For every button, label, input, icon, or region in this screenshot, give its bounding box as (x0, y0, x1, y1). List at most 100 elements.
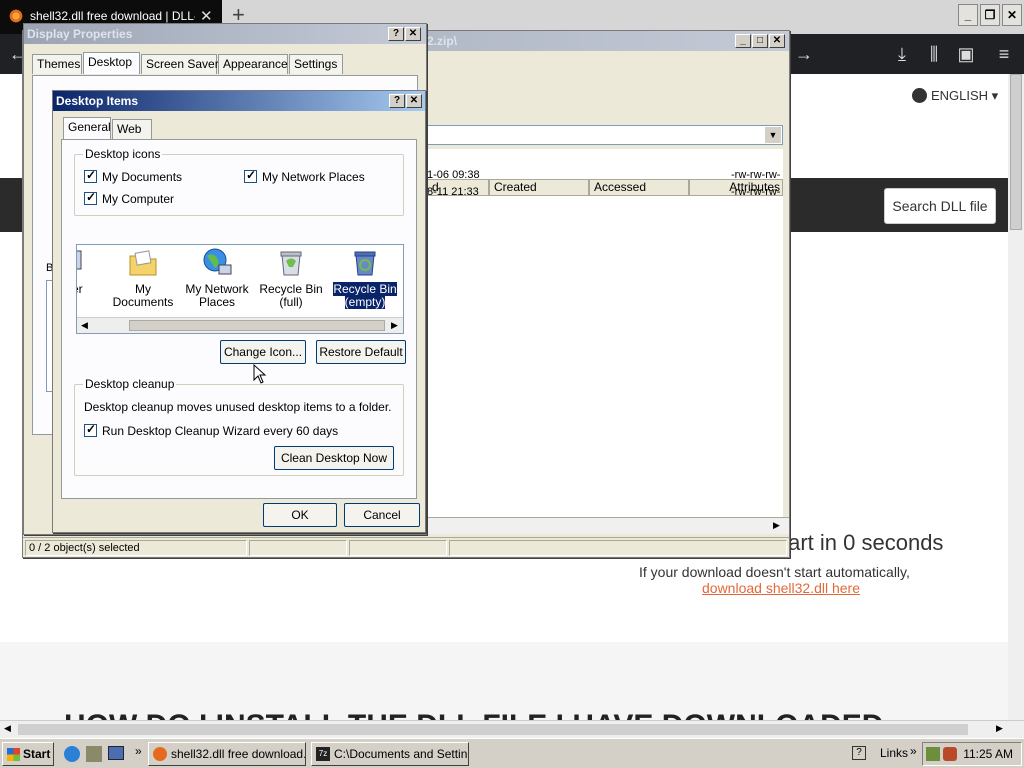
tab-themes[interactable]: Themes (32, 54, 82, 74)
maximize-icon[interactable]: □ (752, 34, 768, 48)
globe-icon (912, 88, 927, 103)
desktop-items-dialog: Desktop Items ? ✕ General Web Desktop ic… (52, 90, 426, 533)
checkbox-label: My Network Places (262, 170, 365, 184)
scroll-right-icon[interactable]: ▶ (391, 320, 398, 331)
scrollbar-thumb[interactable] (129, 320, 385, 331)
download-message: If your download doesn't start automatic… (639, 564, 910, 580)
tab-general[interactable]: General (63, 117, 111, 139)
tab-settings[interactable]: Settings (289, 54, 343, 74)
chevron-down-icon[interactable]: ▼ (765, 127, 781, 143)
windows-flag-icon (7, 748, 20, 761)
scrollbar-thumb[interactable] (18, 724, 968, 735)
minimize-icon[interactable]: _ (958, 4, 978, 26)
scroll-right-icon[interactable]: ▶ (773, 520, 780, 531)
icon-item-recycle-bin-empty[interactable]: Recycle Bin (empty) (327, 247, 403, 309)
firefox-icon (153, 747, 167, 761)
change-icon-button[interactable]: Change Icon... (220, 340, 306, 364)
status-segment (249, 540, 347, 556)
icon-item-my-computer[interactable]: puter (77, 247, 107, 296)
links-more-icon[interactable]: » (910, 744, 917, 758)
show-desktop-icon[interactable] (108, 746, 124, 760)
downloads-icon[interactable]: ⤓ (890, 42, 914, 66)
icon-item-my-network-places[interactable]: My Network Places (179, 247, 255, 309)
tab-desktop[interactable]: Desktop (83, 52, 140, 74)
column-header-accessed[interactable]: Accessed (589, 179, 689, 196)
tab-screen-saver[interactable]: Screen Saver (141, 54, 219, 74)
desktop-items-title: Desktop Items (53, 91, 425, 111)
taskbar-item-7zip[interactable]: 7z C:\Documents and Settin... (311, 742, 469, 766)
help-icon[interactable]: ? (388, 27, 404, 41)
my-computer-checkbox[interactable]: My Computer (84, 190, 175, 206)
page-horizontal-scrollbar[interactable]: ◀ ▶ (0, 720, 1024, 738)
search-dll-button[interactable]: Search DLL file (884, 188, 996, 224)
tray-app-icon[interactable] (926, 747, 940, 761)
checkbox-label: My Documents (102, 170, 183, 184)
internet-explorer-icon[interactable] (64, 746, 80, 762)
scroll-left-icon[interactable]: ◀ (81, 320, 88, 331)
file-list[interactable] (427, 149, 783, 519)
taskbar-item-label: shell32.dll free download... (171, 747, 306, 761)
browser-tab-title: shell32.dll free download | DLL-file (30, 9, 195, 23)
desktop-icons-group: Desktop icons (74, 147, 404, 216)
status-segment (349, 540, 447, 556)
quicklaunch-app-icon[interactable] (86, 746, 102, 762)
cleanup-description: Desktop cleanup moves unused desktop ite… (84, 400, 392, 414)
cleanup-wizard-checkbox[interactable]: Run Desktop Cleanup Wizard every 60 days (84, 422, 339, 438)
checkbox-checked-icon (244, 168, 257, 183)
checkbox-checked-icon (84, 422, 97, 437)
quicklaunch-more-icon[interactable]: » (135, 744, 142, 758)
7zip-icon: 7z (316, 747, 330, 761)
help-icon[interactable]: ? (852, 746, 866, 760)
close-icon[interactable]: ✕ (769, 34, 785, 48)
taskbar-clock[interactable]: 11:25 AM (963, 747, 1013, 761)
help-icon[interactable]: ? (389, 94, 405, 108)
download-link[interactable]: download shell32.dll here (702, 580, 860, 596)
path-combo[interactable]: ▼ (427, 125, 783, 145)
scrollbar-thumb[interactable] (1010, 74, 1022, 230)
sidebar-icon[interactable]: ▣ (954, 42, 978, 66)
desktop-icon-list[interactable]: puter My Documents My Network Places Rec… (76, 244, 404, 334)
start-button[interactable]: Start (2, 742, 54, 766)
icon-caption: My Documents (112, 282, 174, 309)
menu-icon[interactable]: ≡ (992, 42, 1016, 66)
checkbox-label: Run Desktop Cleanup Wizard every 60 days (102, 424, 339, 438)
restore-default-button[interactable]: Restore Default (316, 340, 406, 364)
restore-icon[interactable]: ❐ (980, 4, 1000, 26)
my-network-places-checkbox[interactable]: My Network Places (244, 168, 365, 184)
tab-appearance[interactable]: Appearance (218, 54, 288, 74)
links-toolbar[interactable]: Links (880, 746, 908, 760)
close-icon[interactable]: ✕ (405, 27, 421, 41)
network-globe-icon (201, 247, 233, 279)
icon-caption: Recycle Bin (full) (259, 282, 323, 309)
taskbar: Start » shell32.dll free download... 7z C… (0, 738, 1024, 768)
desktop-cleanup-group-label: Desktop cleanup (83, 377, 177, 391)
clean-desktop-now-button[interactable]: Clean Desktop Now (274, 446, 394, 470)
minimize-icon[interactable]: _ (735, 34, 751, 48)
page-vertical-scrollbar[interactable] (1008, 74, 1024, 720)
taskbar-item-firefox[interactable]: shell32.dll free download... (148, 742, 306, 766)
cancel-button[interactable]: Cancel (344, 503, 420, 527)
display-properties-title: Display Properties (24, 24, 426, 44)
icon-list-scrollbar[interactable]: ◀ ▶ (77, 317, 403, 333)
system-tray: 11:25 AM (922, 742, 1022, 766)
close-icon[interactable]: ✕ (1002, 4, 1022, 26)
file-modified: 8-11 21:33 (427, 186, 479, 198)
library-icon[interactable]: ⫼ (922, 42, 946, 66)
scroll-right-icon[interactable]: ▶ (996, 723, 1003, 734)
recycle-bin-empty-icon (349, 247, 381, 279)
close-icon[interactable]: ✕ (406, 94, 422, 108)
scroll-left-icon[interactable]: ◀ (4, 723, 11, 734)
column-header-created[interactable]: Created (489, 179, 589, 196)
my-documents-checkbox[interactable]: My Documents (84, 168, 183, 184)
desktop-icons-group-label: Desktop icons (83, 147, 163, 161)
icon-item-my-documents[interactable]: My Documents (105, 247, 181, 309)
checkbox-label: My Computer (102, 192, 175, 206)
language-selector[interactable]: ENGLISH ▾ (912, 88, 998, 104)
ok-button[interactable]: OK (263, 503, 337, 527)
tab-web[interactable]: Web (112, 119, 152, 139)
file-modified: 1-06 09:38 (427, 169, 480, 181)
icon-item-recycle-bin-full[interactable]: Recycle Bin (full) (253, 247, 329, 309)
taskbar-item-label: C:\Documents and Settin... (334, 747, 469, 761)
forward-icon[interactable]: → (792, 42, 816, 66)
tray-network-icon[interactable] (943, 747, 957, 761)
